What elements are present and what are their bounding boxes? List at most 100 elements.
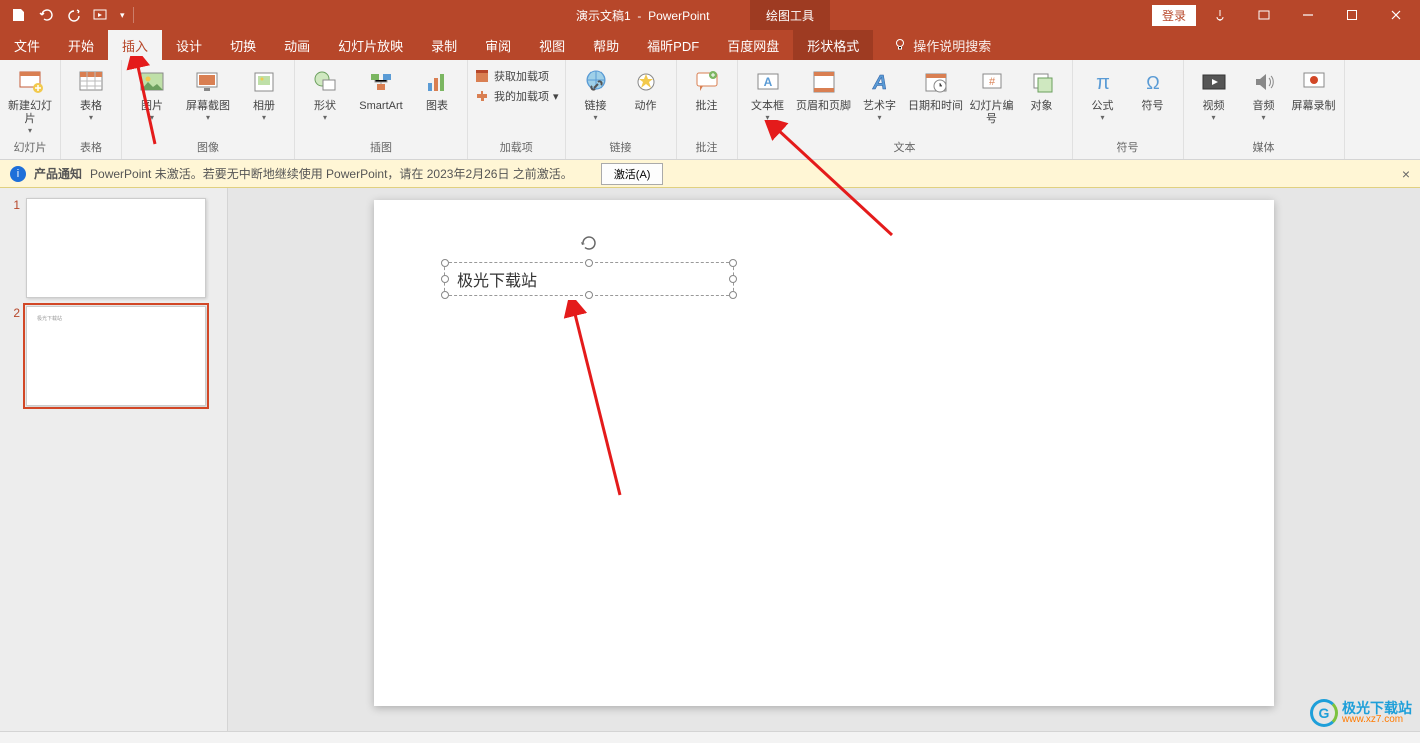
wordart-icon: A — [864, 66, 896, 98]
resize-handle[interactable] — [585, 291, 593, 299]
rotate-handle-icon[interactable] — [579, 233, 599, 253]
resize-handle[interactable] — [729, 291, 737, 299]
save-icon[interactable] — [8, 5, 28, 25]
my-addins-button[interactable]: 我的加载项 ▾ — [474, 88, 559, 104]
table-icon — [75, 66, 107, 98]
qat-customize-icon[interactable]: ▾ — [120, 10, 125, 21]
album-button[interactable]: 相册▾ — [240, 62, 288, 123]
tell-me-search[interactable]: 操作说明搜索 — [893, 36, 991, 55]
tab-foxit[interactable]: 福昕PDF — [633, 30, 713, 60]
comment-button[interactable]: 批注 — [683, 62, 731, 113]
slide-number-button[interactable]: # 幻灯片编号 — [968, 62, 1016, 126]
title-bar: ▾ 绘图工具 演示文稿1 - PowerPoint 登录 — [0, 0, 1420, 30]
slide-thumbnail-2[interactable]: 极光下载站 — [26, 306, 206, 406]
smartart-button[interactable]: SmartArt — [351, 62, 411, 113]
video-icon — [1198, 66, 1230, 98]
tab-help[interactable]: 帮助 — [579, 30, 633, 60]
svg-text:A: A — [871, 72, 886, 94]
action-icon — [630, 66, 662, 98]
textbox-text[interactable]: 极光下载站 — [457, 267, 537, 291]
video-button[interactable]: 视频▾ — [1190, 62, 1238, 123]
mic-icon[interactable] — [1200, 0, 1240, 30]
datetime-button[interactable]: 日期和时间 — [906, 62, 966, 113]
slide[interactable]: 极光下载站 — [374, 200, 1274, 706]
wordart-button[interactable]: A 艺术字▾ — [856, 62, 904, 123]
screen-recording-button[interactable]: 屏幕录制 — [1290, 62, 1338, 113]
link-button[interactable]: 链接▾ — [572, 62, 620, 123]
tab-transitions[interactable]: 切换 — [216, 30, 270, 60]
resize-handle[interactable] — [441, 259, 449, 267]
resize-handle[interactable] — [729, 259, 737, 267]
screenshot-icon — [192, 66, 224, 98]
maximize-icon[interactable] — [1332, 0, 1372, 30]
start-from-beginning-icon[interactable] — [92, 5, 112, 25]
tab-shape-format[interactable]: 形状格式 — [793, 30, 873, 60]
redo-icon[interactable] — [64, 5, 84, 25]
group-tables: 表格 — [67, 137, 115, 159]
lightbulb-icon — [893, 38, 907, 52]
audio-button[interactable]: 音频▾ — [1240, 62, 1288, 123]
smartart-icon — [365, 66, 397, 98]
watermark-logo-icon: G — [1310, 699, 1338, 727]
equation-icon: π — [1087, 66, 1119, 98]
header-footer-icon — [808, 66, 840, 98]
comment-icon — [691, 66, 723, 98]
slide-thumbnail-1[interactable] — [26, 198, 206, 298]
action-button[interactable]: 动作 — [622, 62, 670, 113]
chart-button[interactable]: 图表 — [413, 62, 461, 113]
textbox-button[interactable]: A 文本框▾ — [744, 62, 792, 123]
tab-animations[interactable]: 动画 — [270, 30, 324, 60]
tab-view[interactable]: 视图 — [525, 30, 579, 60]
tab-insert[interactable]: 插入 — [108, 30, 162, 60]
msgbar-badge: 产品通知 — [34, 165, 82, 182]
watermark-url: www.xz7.com — [1342, 715, 1412, 725]
group-comments: 批注 — [683, 137, 731, 159]
group-symbols: 符号 — [1079, 137, 1177, 159]
pictures-button[interactable]: 图片▾ — [128, 62, 176, 123]
resize-handle[interactable] — [585, 259, 593, 267]
shapes-button[interactable]: 形状▾ — [301, 62, 349, 123]
tab-design[interactable]: 设计 — [162, 30, 216, 60]
new-slide-button[interactable]: 新建幻灯片▾ — [6, 62, 54, 136]
tab-baidu[interactable]: 百度网盘 — [713, 30, 793, 60]
slide-panel[interactable]: 1 2 极光下载站 — [0, 188, 228, 731]
screenshot-button[interactable]: 屏幕截图▾ — [178, 62, 238, 123]
slide-canvas-area[interactable]: 极光下载站 — [228, 188, 1420, 731]
svg-text:A: A — [763, 75, 772, 89]
ribbon: 新建幻灯片▾ 幻灯片 表格▾ 表格 图片▾ 屏幕截图▾ 相册▾ — [0, 60, 1420, 160]
table-button[interactable]: 表格▾ — [67, 62, 115, 123]
datetime-icon — [920, 66, 952, 98]
group-addins: 加载项 — [474, 137, 559, 159]
msgbar-close-icon[interactable]: × — [1402, 166, 1410, 182]
resize-handle[interactable] — [441, 275, 449, 283]
chart-icon — [421, 66, 453, 98]
equation-button[interactable]: π 公式▾ — [1079, 62, 1127, 123]
header-footer-button[interactable]: 页眉和页脚 — [794, 62, 854, 113]
window-title: 演示文稿1 - PowerPoint — [134, 7, 1152, 24]
new-slide-icon — [14, 66, 46, 98]
svg-text:π: π — [1096, 72, 1110, 94]
resize-handle[interactable] — [729, 275, 737, 283]
get-addins-button[interactable]: 获取加载项 — [474, 68, 559, 84]
watermark: G 极光下载站 www.xz7.com — [1310, 699, 1412, 727]
close-icon[interactable] — [1376, 0, 1416, 30]
textbox-icon: A — [752, 66, 784, 98]
watermark-name: 极光下载站 — [1342, 701, 1412, 715]
msgbar-text: PowerPoint 未激活。若要无中断地继续使用 PowerPoint，请在 … — [90, 165, 573, 182]
tab-file[interactable]: 文件 — [0, 30, 54, 60]
activate-button[interactable]: 激活(A) — [601, 163, 664, 185]
login-button[interactable]: 登录 — [1152, 5, 1196, 26]
resize-handle[interactable] — [441, 291, 449, 299]
ribbon-tabs: 文件 开始 插入 设计 切换 动画 幻灯片放映 录制 审阅 视图 帮助 福昕PD… — [0, 30, 1420, 60]
object-button[interactable]: 对象 — [1018, 62, 1066, 113]
minimize-icon[interactable] — [1288, 0, 1328, 30]
textbox[interactable]: 极光下载站 — [444, 262, 734, 296]
audio-icon — [1248, 66, 1280, 98]
undo-icon[interactable] — [36, 5, 56, 25]
symbol-button[interactable]: Ω 符号 — [1129, 62, 1177, 113]
ribbon-display-icon[interactable] — [1244, 0, 1284, 30]
tab-review[interactable]: 审阅 — [471, 30, 525, 60]
tab-slideshow[interactable]: 幻灯片放映 — [324, 30, 417, 60]
tab-record[interactable]: 录制 — [417, 30, 471, 60]
tab-home[interactable]: 开始 — [54, 30, 108, 60]
